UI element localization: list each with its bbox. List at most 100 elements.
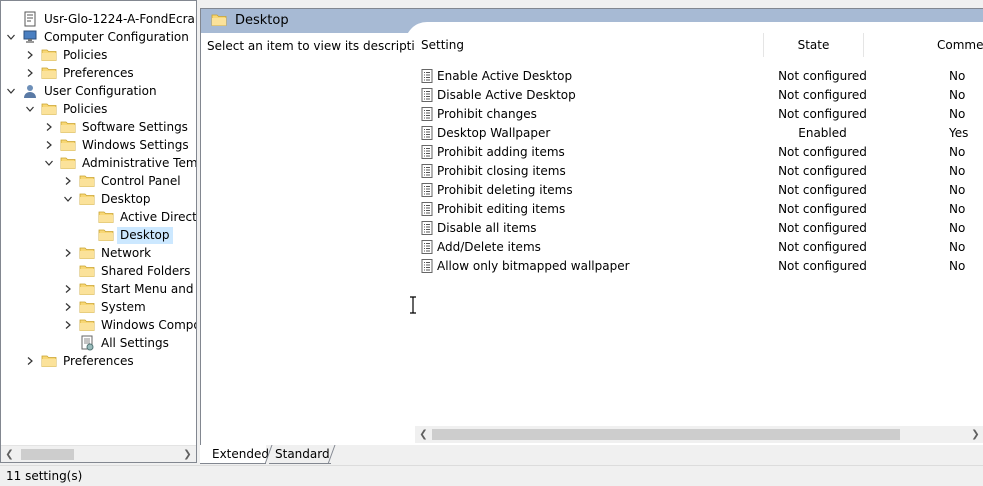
tree-item[interactable]: Control Panel bbox=[62, 172, 184, 190]
tree-horizontal-scrollbar[interactable]: ❮ ❯ bbox=[1, 445, 196, 462]
folder-icon bbox=[79, 317, 95, 333]
tree-item[interactable]: Software Settings bbox=[43, 118, 191, 136]
chevron-down-icon[interactable] bbox=[43, 154, 55, 172]
policy-setting-icon bbox=[419, 201, 435, 217]
chevron-right-icon[interactable] bbox=[62, 244, 74, 262]
setting-state: Not configured bbox=[778, 182, 867, 197]
setting-row[interactable]: Prohibit adding items Not configured No bbox=[415, 142, 983, 161]
setting-name: Prohibit deleting items bbox=[437, 182, 573, 197]
setting-comment: No bbox=[949, 163, 966, 178]
description-text: Select an item to view its description. bbox=[207, 39, 434, 53]
computer-icon bbox=[22, 29, 38, 45]
tree-item[interactable]: System bbox=[62, 298, 149, 316]
chevron-right-icon[interactable] bbox=[62, 316, 74, 334]
view-tabs: Extended Standard bbox=[200, 445, 983, 465]
tab-standard[interactable]: Standard bbox=[269, 445, 331, 464]
column-header-setting[interactable]: Setting bbox=[415, 33, 764, 57]
tree-item-label: Usr-Glo-1224-A-FondEcran [WIN bbox=[44, 11, 197, 26]
setting-state: Not configured bbox=[778, 106, 867, 121]
chevron-right-icon[interactable] bbox=[24, 46, 36, 64]
tree-item[interactable]: Network bbox=[62, 244, 154, 262]
tree-item[interactable]: Preferences bbox=[24, 64, 137, 82]
setting-row[interactable]: Desktop Wallpaper Enabled Yes bbox=[415, 123, 983, 142]
setting-state: Enabled bbox=[798, 125, 847, 140]
tree-item[interactable]: Usr-Glo-1224-A-FondEcran [WIN bbox=[5, 10, 197, 28]
status-bar: 11 setting(s) bbox=[0, 465, 983, 486]
scroll-left-icon[interactable]: ❮ bbox=[415, 426, 432, 443]
setting-comment: Yes bbox=[949, 125, 969, 140]
tree-item[interactable]: Active Directo bbox=[81, 208, 196, 226]
policy-setting-icon bbox=[419, 125, 435, 141]
setting-row[interactable]: Prohibit changes Not configured No bbox=[415, 104, 983, 123]
folder-icon bbox=[98, 209, 114, 225]
tree-item[interactable]: User Configuration bbox=[5, 82, 160, 100]
pane-title: Desktop bbox=[235, 12, 289, 28]
setting-row[interactable]: Disable all items Not configured No bbox=[415, 218, 983, 237]
scroll-right-icon[interactable]: ❯ bbox=[179, 446, 196, 462]
setting-state: Not configured bbox=[778, 163, 867, 178]
chevron-down-icon[interactable] bbox=[5, 82, 17, 100]
setting-name: Add/Delete items bbox=[437, 239, 541, 254]
tree-item[interactable]: Preferences bbox=[24, 352, 137, 370]
tree-item-label: Start Menu and T bbox=[101, 281, 197, 296]
tree-pane[interactable]: Usr-Glo-1224-A-FondEcran [WIN Computer Co… bbox=[0, 0, 197, 463]
scrollbar-thumb[interactable] bbox=[432, 429, 900, 440]
chevron-right-icon[interactable] bbox=[62, 172, 74, 190]
chevron-down-icon[interactable] bbox=[5, 28, 17, 46]
tree-item[interactable]: Desktop bbox=[81, 226, 173, 244]
list-horizontal-scrollbar[interactable]: ❮ ❯ bbox=[415, 426, 983, 443]
chevron-right-icon[interactable] bbox=[62, 280, 74, 298]
folder-icon bbox=[79, 191, 95, 207]
scroll-right-icon[interactable]: ❯ bbox=[967, 426, 983, 443]
column-header-comment[interactable]: Commer bbox=[864, 33, 983, 57]
scrollbar-thumb[interactable] bbox=[21, 449, 74, 460]
setting-state: Not configured bbox=[778, 239, 867, 254]
tree-item-label: Shared Folders bbox=[101, 263, 191, 278]
setting-comment: No bbox=[949, 258, 966, 273]
tree-item[interactable]: Policies bbox=[24, 46, 110, 64]
setting-row[interactable]: Prohibit editing items Not configured No bbox=[415, 199, 983, 218]
settings-list[interactable]: Setting State Commer Enable Active Deskt… bbox=[415, 33, 983, 429]
setting-row[interactable]: Prohibit deleting items Not configured No bbox=[415, 180, 983, 199]
setting-comment: No bbox=[949, 106, 966, 121]
folder-icon bbox=[41, 47, 57, 63]
chevron-down-icon[interactable] bbox=[62, 190, 74, 208]
chevron-right-icon[interactable] bbox=[43, 118, 55, 136]
chevron-right-icon[interactable] bbox=[24, 352, 36, 370]
tree-item[interactable]: Windows Settings bbox=[43, 136, 192, 154]
chevron-right-icon[interactable] bbox=[62, 298, 74, 316]
tree-item[interactable]: Desktop bbox=[62, 190, 154, 208]
setting-name: Prohibit closing items bbox=[437, 163, 566, 178]
setting-row[interactable]: Allow only bitmapped wallpaper Not config… bbox=[415, 256, 983, 275]
tree-item[interactable]: Administrative Templ bbox=[43, 154, 196, 172]
tree-item[interactable]: Start Menu and T bbox=[62, 280, 197, 298]
tree-item[interactable]: Windows Compo bbox=[62, 316, 196, 334]
tree-item[interactable]: Policies bbox=[24, 100, 110, 118]
setting-row[interactable]: Enable Active Desktop Not configured No bbox=[415, 66, 983, 85]
chevron-right-icon[interactable] bbox=[43, 136, 55, 154]
setting-state: Not configured bbox=[778, 201, 867, 216]
setting-state: Not configured bbox=[778, 68, 867, 83]
setting-name: Disable Active Desktop bbox=[437, 87, 576, 102]
folder-icon bbox=[60, 137, 76, 153]
setting-row[interactable]: Disable Active Desktop Not configured No bbox=[415, 85, 983, 104]
column-header-state[interactable]: State bbox=[764, 33, 864, 57]
tree-item[interactable]: Shared Folders bbox=[62, 262, 193, 280]
setting-state: Not configured bbox=[778, 87, 867, 102]
chevron-down-icon[interactable] bbox=[24, 100, 36, 118]
tree-item[interactable]: Computer Configuration bbox=[5, 28, 192, 46]
chevron-right-icon[interactable] bbox=[24, 64, 36, 82]
folder-icon bbox=[79, 299, 95, 315]
scroll-left-icon[interactable]: ❮ bbox=[1, 446, 18, 462]
setting-name: Allow only bitmapped wallpaper bbox=[437, 258, 630, 273]
policy-setting-icon bbox=[419, 182, 435, 198]
tree-item-label: Control Panel bbox=[101, 173, 181, 188]
tree-item[interactable]: All Settings bbox=[62, 334, 172, 352]
tab-extended[interactable]: Extended bbox=[200, 445, 269, 464]
all-settings-icon bbox=[79, 335, 95, 351]
setting-row[interactable]: Prohibit closing items Not configured No bbox=[415, 161, 983, 180]
setting-name: Prohibit changes bbox=[437, 106, 537, 121]
setting-row[interactable]: Add/Delete items Not configured No bbox=[415, 237, 983, 256]
